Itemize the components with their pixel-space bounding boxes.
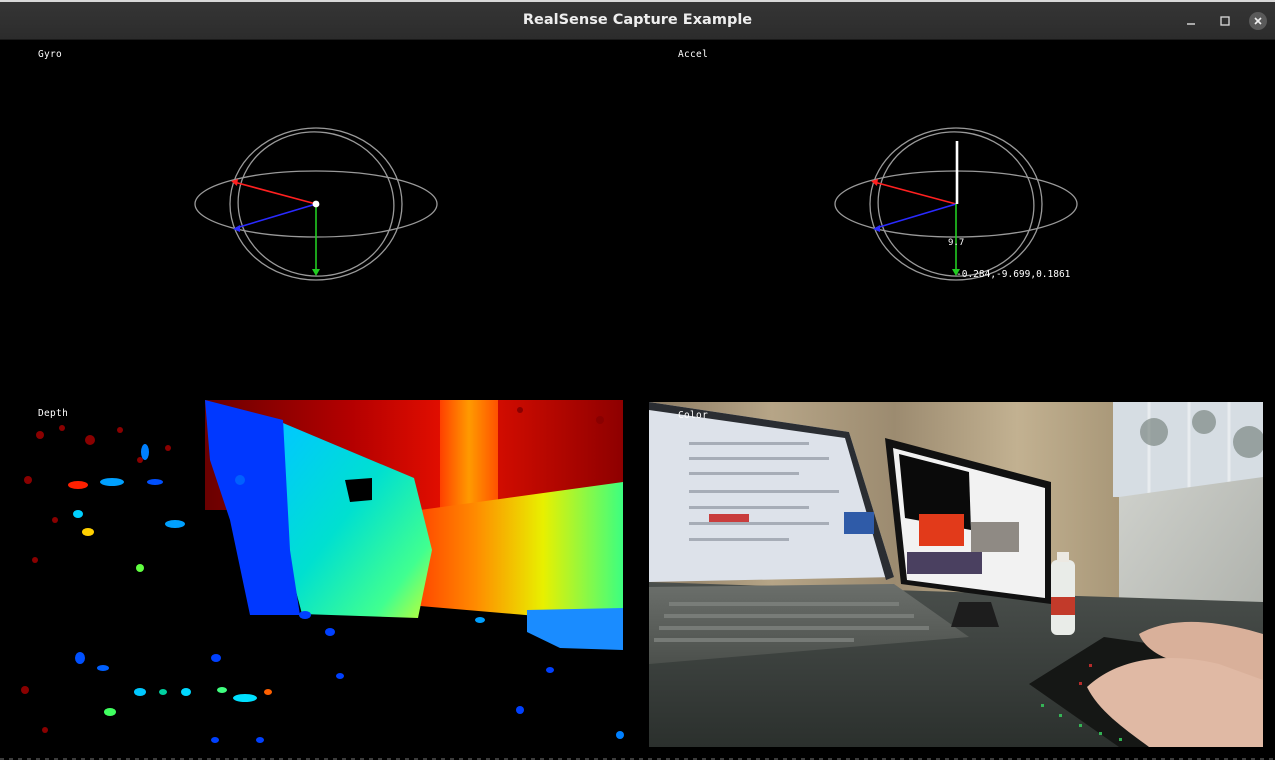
gyro-x-axis [233, 181, 317, 205]
minimize-button[interactable] [1181, 11, 1201, 31]
maximize-icon [1220, 16, 1230, 26]
window-title: RealSense Capture Example [522, 12, 753, 28]
gyro-panel: Gyro [0, 40, 637, 400]
accel-x-axis [873, 181, 957, 205]
gyro-z-axis [235, 203, 317, 229]
depth-panel: Depth [0, 400, 637, 758]
gyro-origin [312, 200, 320, 208]
depth-label: Depth [38, 408, 69, 419]
depth-pillar [440, 400, 498, 510]
accel-z-axis [875, 203, 957, 229]
accel-readout: -0.284,-9.699,0.1861 [956, 269, 1071, 280]
gyro-axes-widget [194, 127, 438, 281]
color-panel: Color [649, 402, 1263, 747]
depth-blue-bottom-right [527, 608, 623, 650]
color-monitor-depth-thumb [919, 514, 964, 546]
minimize-icon [1187, 23, 1195, 25]
close-button[interactable] [1248, 11, 1268, 31]
accel-magnitude: 9.7 [948, 238, 964, 248]
color-monitor-stand [951, 602, 999, 627]
color-bottle-label [1051, 597, 1075, 615]
accel-panel: Accel 9.7 -0.284,-9.699,0.1861 [640, 40, 1275, 400]
color-monitor-color-thumb [971, 522, 1019, 552]
color-label: Color [678, 410, 709, 421]
color-monitor-table [907, 552, 982, 574]
depth-image [21, 400, 624, 743]
accel-axes-widget: 9.7 -0.284,-9.699,0.1861 [834, 127, 1078, 281]
color-bottle-cap [1057, 552, 1069, 562]
close-icon [1254, 17, 1262, 25]
app-window: RealSense Capture Example Gyro Accel 9.7… [0, 2, 1275, 760]
close-button-circle [1249, 12, 1267, 30]
title-bar[interactable]: RealSense Capture Example [0, 2, 1275, 40]
viewer-content: Gyro Accel 9.7 -0.284,-9.699,0.1861 Dept… [0, 40, 1275, 760]
gyro-y-arrow-icon [312, 269, 320, 276]
color-image [649, 402, 1263, 747]
maximize-button[interactable] [1215, 11, 1235, 31]
